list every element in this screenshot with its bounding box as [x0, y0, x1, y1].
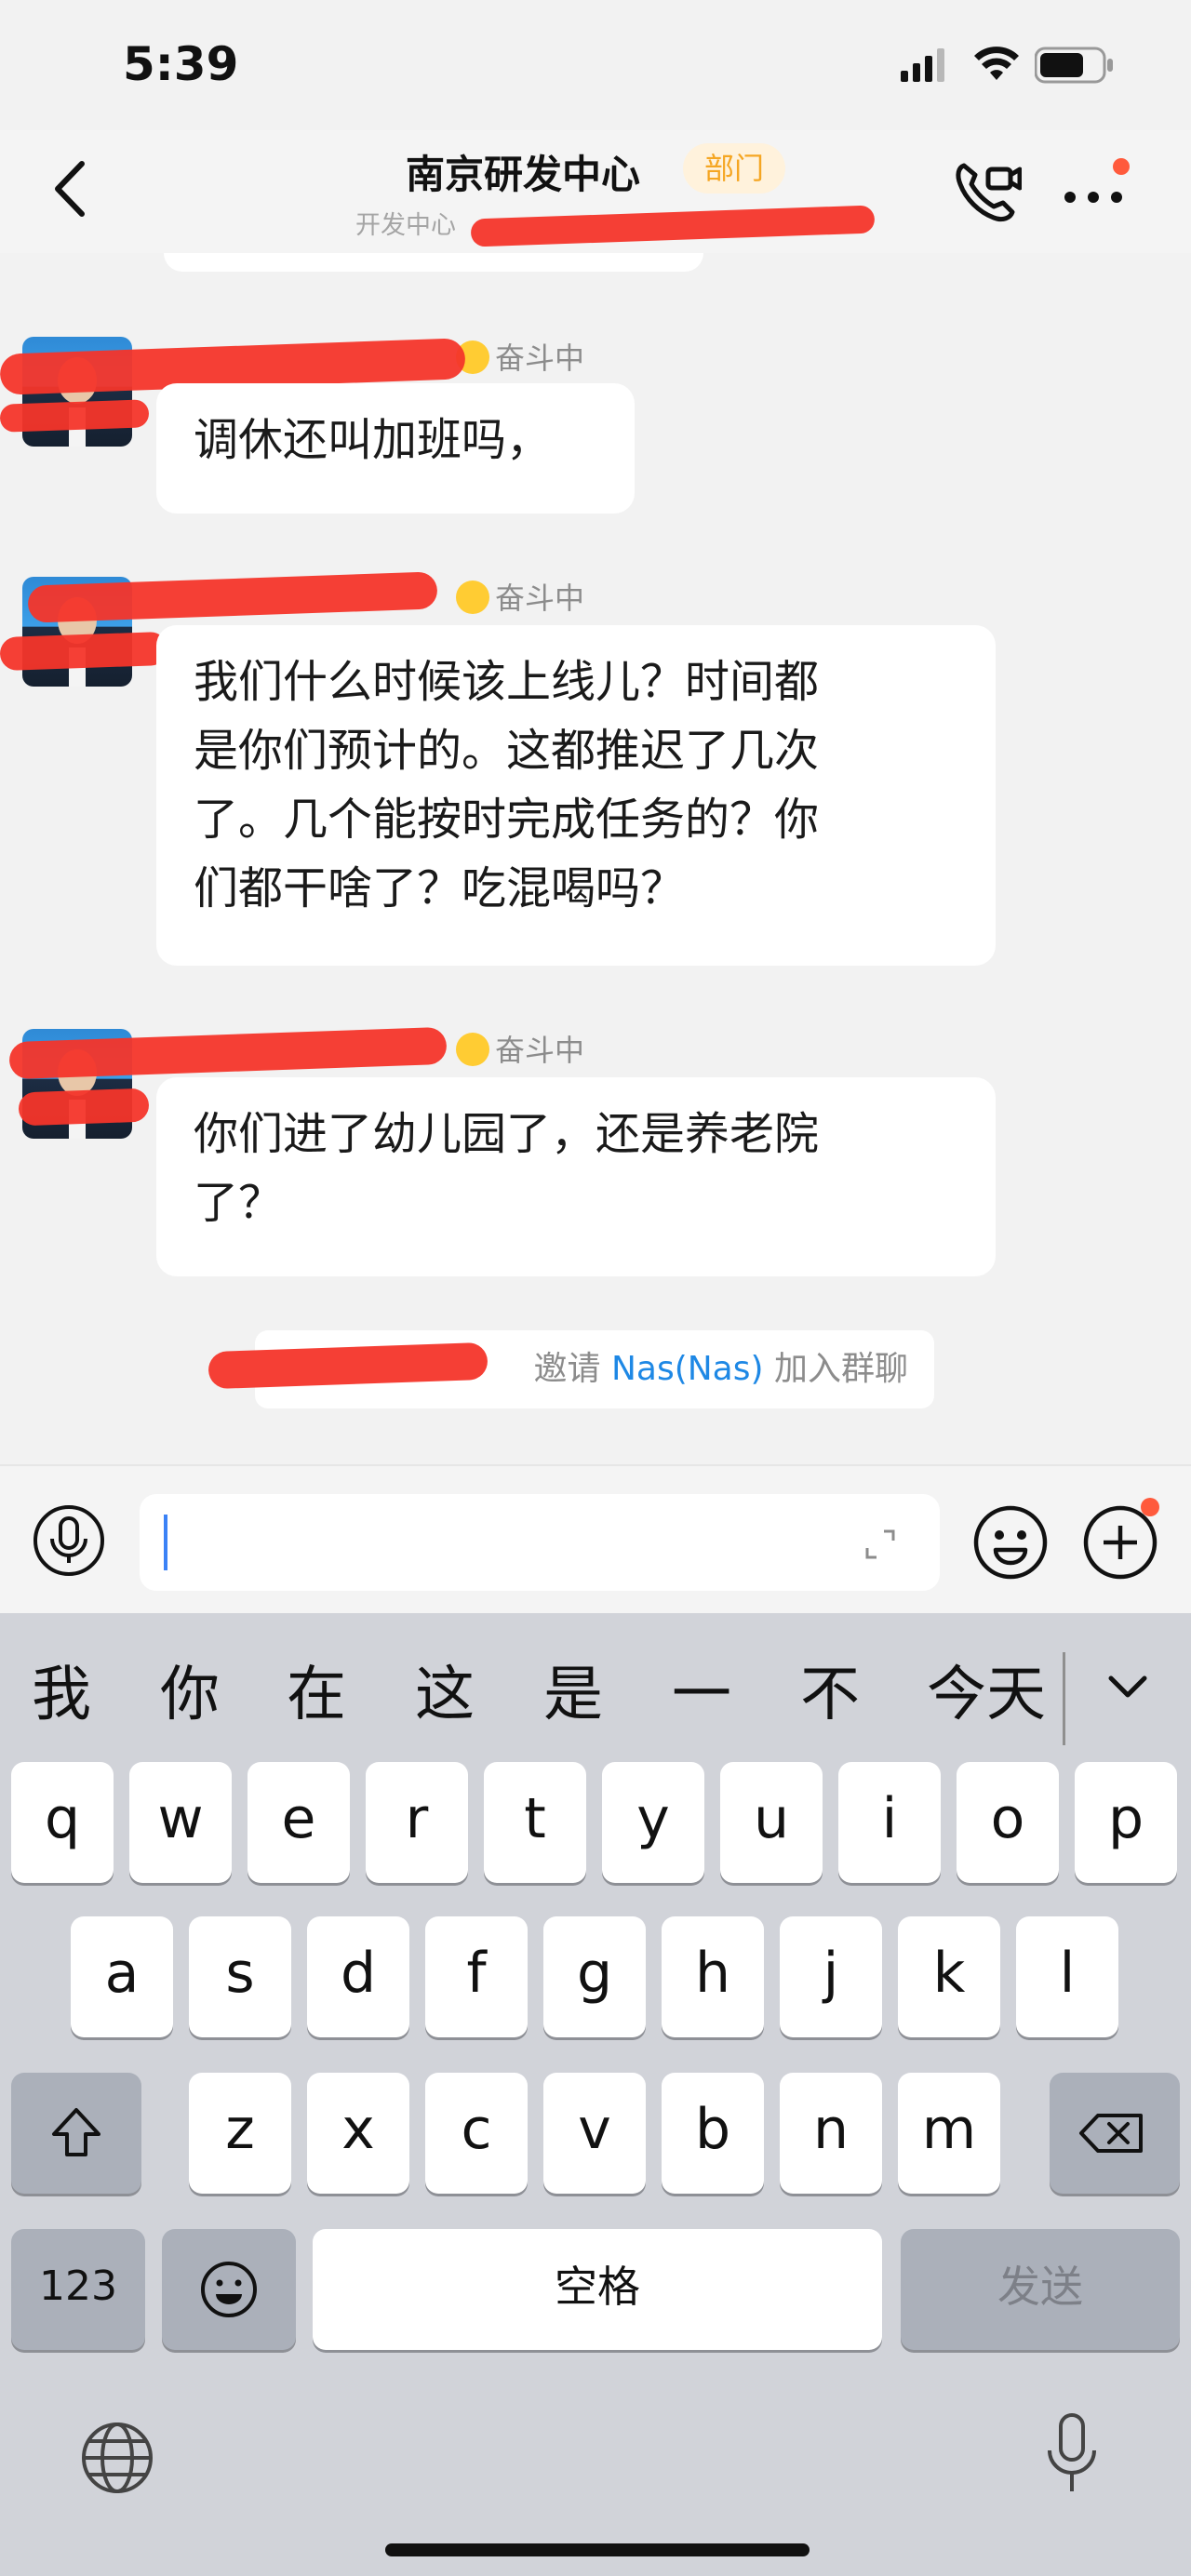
shift-icon	[52, 2108, 100, 2156]
emoji-icon[interactable]	[971, 1503, 1050, 1582]
message-bubble[interactable]: 调休还叫加班吗，	[156, 383, 635, 514]
key-o[interactable]: o	[957, 1762, 1059, 1883]
input-bar	[0, 1464, 1191, 1615]
space-key[interactable]: 空格	[313, 2229, 882, 2350]
redaction-mark	[0, 631, 168, 672]
status-emoji-icon	[456, 581, 489, 614]
numbers-key[interactable]: 123	[11, 2229, 145, 2350]
key-e[interactable]: e	[248, 1762, 350, 1883]
voice-input-icon[interactable]	[32, 1503, 106, 1578]
candidate-word[interactable]: 一	[672, 1647, 731, 1732]
sender-status: 奋斗中	[456, 335, 584, 378]
backspace-key[interactable]	[1050, 2073, 1180, 2194]
key-h[interactable]: h	[662, 1916, 764, 2037]
key-g[interactable]: g	[543, 1916, 646, 2037]
expand-icon[interactable]	[862, 1526, 899, 1563]
shift-key[interactable]	[11, 2073, 141, 2194]
send-key[interactable]: 发送	[901, 2229, 1180, 2350]
key-t[interactable]: t	[484, 1762, 586, 1883]
message-text-line: 是你们预计的。这都推迟了几次	[194, 725, 820, 777]
message-text-line: 你们进了幼儿园了，还是养老院	[194, 1108, 820, 1160]
key-m[interactable]: m	[898, 2073, 1000, 2194]
text-cursor	[164, 1515, 167, 1570]
cellular-signal-icon	[901, 48, 944, 82]
key-x[interactable]: x	[307, 2073, 409, 2194]
wifi-icon	[974, 47, 1019, 80]
candidate-word[interactable]: 在	[287, 1647, 346, 1732]
department-badge: 部门	[683, 143, 785, 194]
previous-message-bubble	[164, 253, 703, 272]
candidate-word[interactable]: 我	[32, 1647, 91, 1732]
message-text-line: 了？	[194, 1177, 284, 1229]
key-s[interactable]: s	[189, 1916, 291, 2037]
message-input[interactable]	[140, 1494, 940, 1591]
message-text: 调休还叫加班吗，	[194, 414, 552, 466]
key-q[interactable]: q	[11, 1762, 114, 1883]
key-w[interactable]: w	[129, 1762, 232, 1883]
emoji-icon	[201, 2262, 257, 2317]
key-a[interactable]: a	[71, 1916, 173, 2037]
candidate-word[interactable]: 不	[800, 1647, 860, 1732]
key-v[interactable]: v	[543, 2073, 646, 2194]
status-bar: 5:39	[0, 0, 1191, 130]
message-text-line: 们都干啥了？吃混喝吗？	[194, 862, 686, 914]
redaction-mark	[18, 1088, 150, 1127]
candidate-word[interactable]: 是	[543, 1647, 603, 1732]
chevron-down-icon[interactable]	[1100, 1658, 1156, 1714]
backspace-icon	[1079, 2114, 1143, 2153]
chat-subtitle: 开发中心	[355, 211, 456, 240]
globe-icon[interactable]	[78, 2419, 156, 2497]
key-p[interactable]: p	[1075, 1762, 1177, 1883]
back-button[interactable]	[41, 156, 106, 221]
message-text-line: 我们什么时候该上线儿？时间都	[194, 656, 820, 708]
status-emoji-icon	[456, 1033, 489, 1066]
candidate-divider	[1063, 1652, 1065, 1745]
chat-title: 南京研发中心	[406, 152, 641, 197]
key-d[interactable]: d	[307, 1916, 409, 2037]
key-b[interactable]: b	[662, 2073, 764, 2194]
chat-messages[interactable]: 奋斗中 调休还叫加班吗， 奋斗中 我们什么时候该上线儿？时间都 是你们预计的。这…	[0, 253, 1191, 1464]
key-f[interactable]: f	[425, 1916, 528, 2037]
invited-user-link[interactable]: Nas(Nas)	[611, 1350, 764, 1388]
notification-dot	[1141, 1498, 1159, 1516]
key-i[interactable]: i	[838, 1762, 941, 1883]
message-bubble[interactable]: 我们什么时候该上线儿？时间都 是你们预计的。这都推迟了几次 了。几个能按时完成任…	[156, 625, 996, 966]
status-time: 5:39	[123, 37, 239, 91]
key-y[interactable]: y	[602, 1762, 704, 1883]
candidate-word[interactable]: 这	[415, 1647, 475, 1732]
key-k[interactable]: k	[898, 1916, 1000, 2037]
key-j[interactable]: j	[780, 1916, 882, 2037]
emoji-key[interactable]	[162, 2229, 296, 2350]
key-l[interactable]: l	[1016, 1916, 1118, 2037]
key-u[interactable]: u	[720, 1762, 823, 1883]
redaction-mark	[470, 205, 876, 247]
key-c[interactable]: c	[425, 2073, 528, 2194]
sender-status: 奋斗中	[456, 575, 584, 618]
home-indicator[interactable]	[385, 2543, 810, 2556]
key-r[interactable]: r	[366, 1762, 468, 1883]
redaction-mark	[0, 399, 150, 433]
sender-status: 奋斗中	[456, 1027, 584, 1070]
candidate-word[interactable]: 你	[160, 1647, 220, 1732]
video-call-icon[interactable]	[951, 156, 1022, 227]
candidate-bar: 我 你 在 这 是 一 不 今天	[0, 1613, 1191, 1760]
notification-dot	[1113, 158, 1130, 175]
battery-icon	[1035, 47, 1113, 84]
key-z[interactable]: z	[189, 2073, 291, 2194]
chat-header: 南京研发中心 部门 开发中心	[0, 130, 1191, 255]
candidate-word[interactable]: 今天	[927, 1647, 1046, 1732]
dictation-microphone-icon[interactable]	[1040, 2409, 1104, 2503]
key-n[interactable]: n	[780, 2073, 882, 2194]
keyboard: 我 你 在 这 是 一 不 今天 q w e r t y u i o p a s…	[0, 1613, 1191, 2576]
message-text-line: 了。几个能按时完成任务的？你	[194, 794, 820, 846]
message-bubble[interactable]: 你们进了幼儿园了，还是养老院 了？	[156, 1077, 996, 1276]
